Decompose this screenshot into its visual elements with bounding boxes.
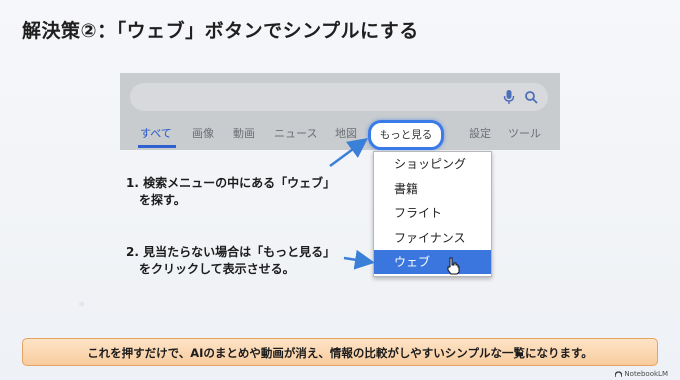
- tab-images[interactable]: 画像: [192, 125, 214, 141]
- tab-maps[interactable]: 地図: [335, 125, 357, 141]
- summary-banner: これを押すだけで、AIのまとめや動画が消え、情報の比較がしやすいシンプルな一覧に…: [22, 338, 658, 366]
- brand-label: NotebookLM: [615, 370, 668, 378]
- slide-background: [0, 0, 680, 380]
- step2-line1: 2. 見当たらない場合は「もっと見る」: [126, 245, 336, 259]
- active-tab-indicator: [138, 145, 176, 148]
- search-screenshot: すべて 画像 動画 ニュース 地図 設定 ツール: [120, 73, 560, 150]
- tab-settings[interactable]: 設定: [469, 125, 491, 141]
- menu-item-books[interactable]: 書籍: [374, 177, 491, 201]
- menu-item-finance[interactable]: ファイナンス: [374, 226, 491, 250]
- more-button[interactable]: もっと見る: [368, 120, 444, 150]
- step2-line2: をクリックして表示させる。: [139, 262, 295, 276]
- menu-item-flights[interactable]: フライト: [374, 201, 491, 225]
- step1-line1: 1. 検索メニューの中にある「ウェブ」: [126, 176, 336, 190]
- step1-line2: を探す。: [139, 193, 186, 207]
- tab-all[interactable]: すべて: [140, 125, 172, 141]
- menu-item-web[interactable]: ウェブ: [374, 250, 491, 274]
- menu-item-shopping[interactable]: ショッピング: [374, 152, 491, 176]
- brand-text: NotebookLM: [624, 370, 668, 378]
- search-input[interactable]: [130, 83, 548, 111]
- search-tabs: すべて 画像 動画 ニュース 地図 設定 ツール: [120, 125, 560, 145]
- tab-videos[interactable]: 動画: [233, 125, 255, 141]
- step1-note: 1. 検索メニューの中にある「ウェブ」 を探す。: [126, 175, 335, 209]
- search-icon[interactable]: [524, 89, 538, 105]
- hand-cursor-icon: [447, 257, 460, 275]
- notebooklm-logo-icon: [615, 371, 623, 377]
- more-menu: ショッピング 書籍 フライト ファイナンス ウェブ: [373, 151, 492, 277]
- slide-title: 解決策②：「ウェブ」ボタンでシンプルにする: [22, 20, 419, 42]
- tab-news[interactable]: ニュース: [274, 125, 317, 141]
- mic-icon[interactable]: [502, 89, 516, 105]
- step2-note: 2. 見当たらない場合は「もっと見る」 をクリックして表示させる。: [126, 244, 335, 278]
- tab-tools[interactable]: ツール: [508, 125, 541, 141]
